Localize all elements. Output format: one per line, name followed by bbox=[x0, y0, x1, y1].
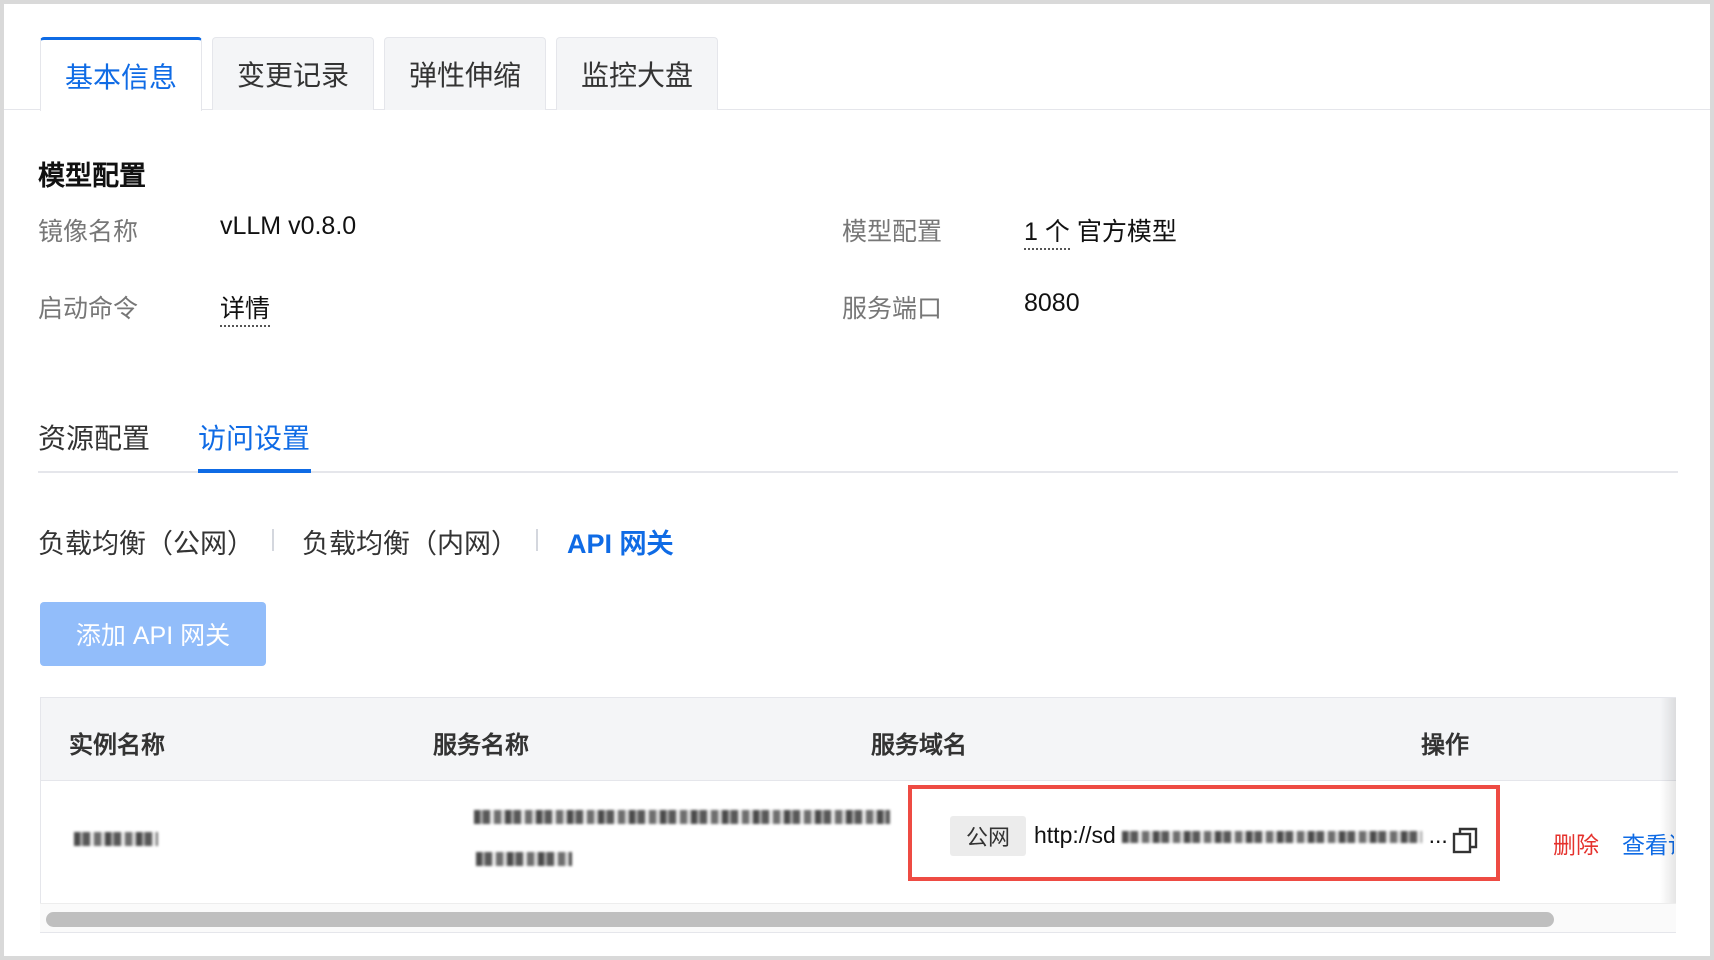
tab-change-log[interactable]: 变更记录 bbox=[212, 37, 374, 110]
service-domain-value: http://sd ... bbox=[1034, 822, 1448, 849]
segment-divider bbox=[536, 529, 538, 551]
service-port-label: 服务端口 bbox=[842, 295, 943, 323]
add-api-gateway-button[interactable]: 添加 API 网关 bbox=[40, 602, 266, 666]
copy-icon[interactable] bbox=[1452, 826, 1478, 854]
model-config-label: 模型配置 bbox=[842, 218, 943, 246]
segment-api-gateway[interactable]: API 网关 bbox=[567, 522, 674, 561]
segment-divider bbox=[272, 529, 274, 551]
domain-prefix: http://sd bbox=[1034, 822, 1116, 848]
active-tab-underline bbox=[198, 469, 311, 473]
tab-access-settings[interactable]: 访问设置 bbox=[198, 417, 310, 457]
column-header-instance-name: 实例名称 bbox=[69, 732, 165, 759]
table-fixed-column-shadow bbox=[1660, 698, 1676, 932]
start-command-detail-link[interactable]: 详情 bbox=[220, 295, 271, 327]
table-header: 实例名称 服务名称 服务域名 操作 bbox=[41, 698, 1676, 781]
image-name-label: 镜像名称 bbox=[38, 218, 139, 246]
tab-resource-config[interactable]: 资源配置 bbox=[38, 417, 150, 457]
scrollbar-thumb[interactable] bbox=[46, 912, 1554, 927]
table-horizontal-scrollbar[interactable] bbox=[40, 903, 1676, 933]
table-bottom-border bbox=[40, 932, 1676, 933]
service-port-value: 8080 bbox=[1024, 289, 1080, 317]
domain-redacted bbox=[1122, 830, 1423, 843]
service-name-redacted-line2 bbox=[476, 852, 572, 866]
column-header-service-name: 服务名称 bbox=[433, 732, 529, 759]
model-type-text: 官方模型 bbox=[1076, 218, 1177, 246]
model-count-link[interactable]: 1 个 bbox=[1024, 218, 1070, 250]
segment-lb-public[interactable]: 负载均衡（公网） bbox=[38, 522, 254, 561]
sub-tab-bar: 资源配置 访问设置 bbox=[38, 409, 1678, 473]
tab-basic-info[interactable]: 基本信息 bbox=[40, 37, 202, 111]
column-header-service-domain: 服务域名 bbox=[871, 732, 967, 759]
service-name-redacted-line1 bbox=[474, 810, 890, 824]
start-command-value: 详情 bbox=[220, 289, 271, 327]
section-title: 模型配置 bbox=[38, 161, 146, 191]
image-name-value: vLLM v0.8.0 bbox=[220, 212, 357, 240]
delete-link[interactable]: 删除 bbox=[1553, 826, 1599, 860]
page-frame: 基本信息 变更记录 弹性伸缩 监控大盘 模型配置 镜像名称 vLLM v0.8.… bbox=[0, 0, 1714, 960]
segment-lb-private[interactable]: 负载均衡（内网） bbox=[302, 522, 518, 561]
domain-ellipsis: ... bbox=[1428, 822, 1448, 848]
domain-network-badge: 公网 bbox=[950, 816, 1026, 856]
tab-monitoring[interactable]: 监控大盘 bbox=[556, 37, 718, 110]
tab-autoscaling[interactable]: 弹性伸缩 bbox=[384, 37, 546, 110]
top-tab-bar: 基本信息 变更记录 弹性伸缩 监控大盘 bbox=[4, 4, 1710, 111]
column-header-actions: 操作 bbox=[1421, 732, 1469, 759]
model-config-value: 1 个 官方模型 bbox=[1024, 212, 1177, 250]
instance-name-redacted bbox=[74, 832, 158, 846]
start-command-label: 启动命令 bbox=[38, 295, 139, 323]
